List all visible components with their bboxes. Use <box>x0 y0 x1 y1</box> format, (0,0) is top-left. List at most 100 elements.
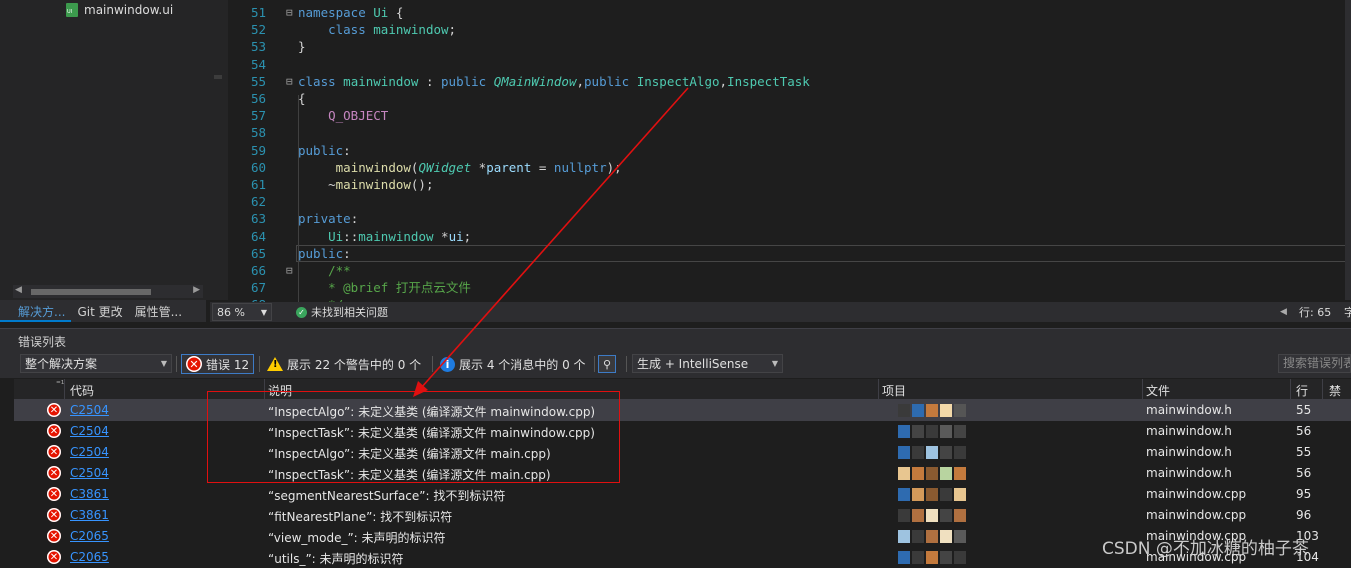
editor-status-bar: 86 % ▼ ✓ 未找到相关问题 ◀ 行: 65 字 <box>210 302 1351 322</box>
column-divider[interactable] <box>878 379 879 399</box>
filter-button[interactable]: ⚲ <box>598 354 616 374</box>
code-line[interactable]: 67 * @brief 打开点云文件 <box>228 279 1351 296</box>
code-text: namespace Ui { <box>298 5 404 20</box>
error-icon: ✕ <box>47 445 61 459</box>
redaction-block <box>940 425 952 438</box>
scroll-left-icon[interactable]: ◀ <box>15 285 22 295</box>
code-text: class mainwindow : public QMainWindow,pu… <box>298 73 810 89</box>
watermark: CSDN @不加冰糖的柚子茶 <box>1102 539 1309 559</box>
error-description: “view_mode_”: 未声明的标识符 <box>268 531 446 545</box>
code-line[interactable]: 56 { <box>228 90 1351 107</box>
column-code[interactable]: 代码 <box>70 382 94 399</box>
code-line[interactable]: 62 <box>228 193 1351 210</box>
column-divider[interactable] <box>64 379 65 399</box>
error-file: mainwindow.h <box>1146 466 1232 480</box>
code-text: private: <box>298 211 359 227</box>
code-line[interactable]: 53} <box>228 38 1351 55</box>
project-name-redacted <box>884 401 1004 420</box>
redaction-block <box>898 488 910 501</box>
code-line[interactable]: 51 ⊟ namespace Ui { <box>228 4 1351 21</box>
redaction-block <box>954 551 966 564</box>
code-line[interactable]: 66 ⊟ /** <box>228 262 1351 279</box>
issues-indicator[interactable]: ✓ 未找到相关问题 <box>296 304 388 320</box>
scrollbar-thumb[interactable] <box>31 289 151 295</box>
scope-select[interactable]: 整个解决方案 ▼ <box>20 354 172 373</box>
tab-git-changes[interactable]: Git 更改 <box>71 300 128 322</box>
code-line[interactable]: 57 Q_OBJECT <box>228 107 1351 124</box>
error-code-link[interactable]: C3861 <box>70 487 109 501</box>
errors-filter-button[interactable]: ✕ 错误 12 <box>181 354 255 374</box>
column-file[interactable]: 文件 <box>1146 382 1170 399</box>
chevron-down-icon: ▼ <box>260 307 267 317</box>
code-line[interactable]: 54 <box>228 56 1351 73</box>
error-file: mainwindow.h <box>1146 403 1232 417</box>
messages-filter-label: 展示 4 个消息中的 0 个 <box>459 357 586 372</box>
redaction-block <box>912 404 924 417</box>
zoom-select[interactable]: 86 % ▼ <box>212 303 272 321</box>
horizontal-scrollbar[interactable]: ◀ ▶ <box>13 285 203 298</box>
line-number: 65 <box>250 245 266 261</box>
messages-filter-button[interactable]: i 展示 4 个消息中的 0 个 <box>436 354 590 374</box>
redaction-block <box>926 551 938 564</box>
code-line[interactable]: 60 mainwindow(QWidget *parent = nullptr)… <box>228 159 1351 176</box>
fold-toggle-icon[interactable]: ⊟ <box>286 262 296 279</box>
vertical-scrollbar[interactable] <box>1345 0 1351 300</box>
search-error-list-input[interactable]: 搜索错误列表 <box>1278 354 1351 373</box>
column-divider[interactable] <box>1290 379 1291 399</box>
code-line[interactable]: 58 <box>228 124 1351 141</box>
error-code-link[interactable]: C2504 <box>70 466 109 480</box>
column-divider[interactable] <box>1142 379 1143 399</box>
code-text: /** <box>328 263 351 278</box>
scroll-left-icon[interactable]: ◀ <box>1280 307 1287 317</box>
code-line[interactable]: 59 public: <box>228 142 1351 159</box>
redaction-block <box>926 446 938 459</box>
error-code-link[interactable]: C2065 <box>70 550 109 564</box>
redaction-block <box>898 404 910 417</box>
redaction-block <box>940 551 952 564</box>
column-divider[interactable] <box>1322 379 1323 399</box>
error-code-link[interactable]: C2504 <box>70 424 109 438</box>
line-number: 67 <box>250 280 266 296</box>
line-number: 55 <box>250 73 266 89</box>
redaction-block <box>940 446 952 459</box>
error-row[interactable]: ✕ C3861 “segmentNearestSurface”: 找不到标识符 mai… <box>14 484 1351 505</box>
project-name-redacted <box>884 464 1004 483</box>
errors-filter-label: 错误 12 <box>206 357 250 372</box>
error-code-link[interactable]: C2504 <box>70 445 109 459</box>
line-number: 51 <box>250 5 266 20</box>
error-code-link[interactable]: C3861 <box>70 508 109 522</box>
code-line[interactable]: 65 public: <box>228 245 1351 262</box>
tab-property-manager[interactable]: 属性管... <box>129 300 188 322</box>
code-line[interactable]: 63 private: <box>228 210 1351 227</box>
build-filter-value: 生成 + IntelliSense <box>637 357 749 371</box>
code-editor[interactable]: 51 ⊟ namespace Ui {52 class mainwindow; 53}… <box>228 0 1351 302</box>
project-name-redacted <box>884 527 1004 546</box>
column-line[interactable]: 行 <box>1296 382 1308 399</box>
error-row[interactable]: ✕ C3861 “fitNearestPlane”: 找不到标识符 mainwindo… <box>14 505 1351 526</box>
scroll-right-icon[interactable]: ▶ <box>193 285 200 295</box>
error-icon: ✕ <box>186 356 202 372</box>
code-text: public: <box>298 245 351 261</box>
warnings-filter-button[interactable]: ! 展示 22 个警告中的 0 个 <box>263 354 425 374</box>
redaction-block <box>912 488 924 501</box>
code-line[interactable]: 64 Ui::mainwindow *ui; <box>228 228 1351 245</box>
redaction-block <box>912 530 924 543</box>
build-filter-select[interactable]: 生成 + IntelliSense ▼ <box>632 354 783 373</box>
code-line[interactable]: 61 ~mainwindow(); <box>228 176 1351 193</box>
divider <box>176 356 177 372</box>
error-description: “fitNearestPlane”: 找不到标识符 <box>268 510 453 524</box>
fold-toggle-icon[interactable]: ⊟ <box>286 73 296 90</box>
code-line[interactable]: 55 ⊟ class mainwindow : public QMainWindow… <box>228 73 1351 90</box>
solution-explorer: mainwindow.ui ◀ ▶ <box>0 0 206 300</box>
tab-solution-explorer[interactable]: 解决方... <box>0 300 72 322</box>
line-indicator: 行: 65 <box>1299 306 1332 319</box>
error-code-link[interactable]: C2504 <box>70 403 109 417</box>
error-code-link[interactable]: C2065 <box>70 529 109 543</box>
fold-toggle-icon[interactable]: ⊟ <box>286 4 296 21</box>
error-icon: ✕ <box>47 466 61 480</box>
error-icon: ✕ <box>47 508 61 522</box>
column-project[interactable]: 项目 <box>882 382 906 399</box>
code-line[interactable]: 52 class mainwindow; <box>228 21 1351 38</box>
redaction-block <box>926 530 938 543</box>
tree-item-mainwindow-ui[interactable]: mainwindow.ui <box>66 3 173 17</box>
